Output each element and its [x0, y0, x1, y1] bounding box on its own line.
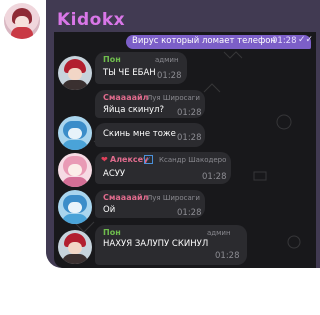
message-text: ТЫ ЧЕ ЕБАН [103, 68, 156, 78]
message-text: Яйца скинул? [103, 105, 164, 115]
incoming-message[interactable]: Смаааайл Луя Широсаги Ой 01:28 [95, 190, 205, 218]
sender-role: Луя Широсаги [147, 194, 200, 202]
message-time: 01:28 [215, 251, 240, 261]
incoming-message[interactable]: Пон админ ТЫ ЧЕ ЕБАН 01:28 [95, 52, 187, 84]
message-text: Вирус который ломает телефон [132, 36, 276, 46]
incoming-message[interactable]: Пон админ НАХУЯ ЗАЛУПУ СКИНУЛ 01:28 [95, 225, 247, 265]
incoming-message[interactable]: Смаааайл Луя Широсаги Яйца скинул? 01:28 [95, 90, 205, 118]
sender-name[interactable]: Пон [103, 55, 121, 64]
sender-name[interactable]: Пон [103, 228, 121, 237]
message-text: Скинь мне тоже [103, 129, 176, 139]
outgoing-message[interactable]: Вирус который ломает телефон 01:28 ✓✓ [126, 35, 314, 49]
sender-role: Ксандр Шакодеро [159, 156, 227, 164]
message-text: НАХУЯ ЗАЛУПУ СКИНУЛ [103, 239, 209, 249]
sender-avatar[interactable] [58, 56, 92, 90]
message-text: АСУУ [103, 169, 126, 179]
message-time: 01:28 [157, 71, 182, 81]
sender-role: админ [207, 229, 231, 237]
double-check-icon: ✓✓ [298, 35, 314, 45]
checkbox-icon: ✓ [144, 155, 153, 164]
sender-avatar[interactable] [58, 116, 92, 150]
incoming-message[interactable]: ❤ Алексеу ✓ Ксандр Шакодеро АСУУ 01:28 [95, 152, 231, 184]
sender-name[interactable]: Алексеу [110, 155, 148, 164]
chat-avatar[interactable] [4, 3, 40, 39]
sender-name[interactable]: Смаааайл [103, 193, 148, 202]
message-time: 01:28 [272, 36, 297, 46]
chat-title[interactable]: Kidokx [57, 10, 125, 30]
sender-name[interactable]: Смаааайл [103, 93, 148, 102]
sender-avatar[interactable] [58, 153, 92, 187]
message-time: 01:28 [177, 208, 202, 218]
sender-role: Луя Широсаги [147, 94, 200, 102]
sender-role: админ [155, 56, 179, 64]
incoming-message[interactable]: Скинь мне тоже 01:28 [95, 123, 205, 147]
message-list[interactable]: Вирус который ломает телефон 01:28 ✓✓ По… [54, 32, 316, 268]
message-time: 01:28 [202, 172, 227, 182]
message-time: 01:28 [177, 133, 202, 143]
message-text: Ой [103, 205, 116, 215]
sender-avatar[interactable] [58, 230, 92, 264]
message-time: 01:28 [177, 108, 202, 118]
sender-avatar[interactable] [58, 190, 92, 224]
heart-icon: ❤ [101, 155, 108, 164]
